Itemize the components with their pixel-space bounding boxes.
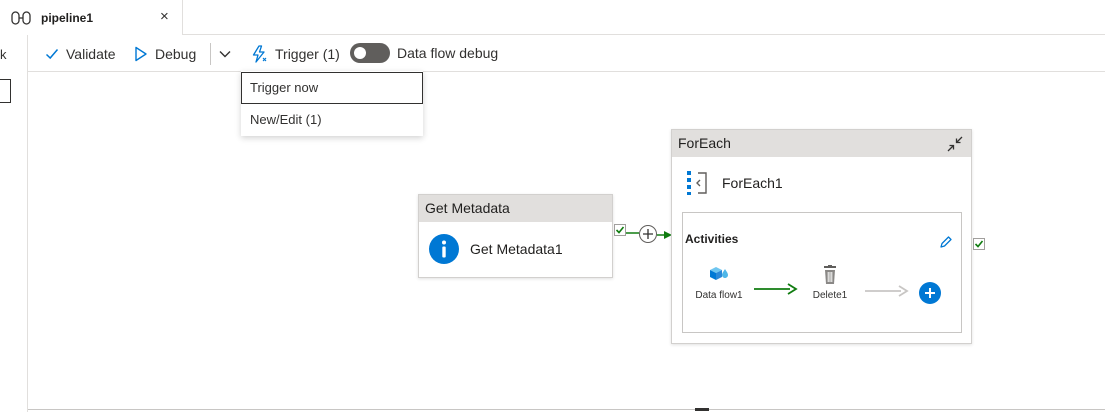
activity-name: Get Metadata1 [470,241,563,257]
checkmark-icon [45,49,59,60]
left-panel: k [0,35,28,412]
toolbar-divider [210,43,211,65]
trash-icon [824,265,836,284]
left-panel-input[interactable] [0,79,11,103]
toggle-knob [354,47,366,59]
data-flow-debug-toggle[interactable] [350,43,390,63]
add-condition-button[interactable] [639,225,657,243]
success-output-checkbox[interactable] [614,224,626,236]
checkmark-icon [974,240,984,248]
inner-activity-data-flow[interactable]: Data flow1 [689,265,749,301]
canvas-bottom-border [28,409,1105,410]
data-flow-icon [710,267,728,280]
activity-name: ForEach1 [722,175,783,191]
inactive-arrow [865,285,909,297]
debug-button[interactable]: Debug [134,44,196,64]
plus-icon [925,288,935,298]
left-panel-text: k [0,47,7,62]
tab-pipeline1[interactable]: pipeline1 × [0,0,183,35]
validate-button[interactable]: Validate [45,44,116,64]
trigger-now-menu-item[interactable]: Trigger now [241,72,423,104]
activity-type-label: Get Metadata [419,195,612,222]
trigger-label: Trigger (1) [275,46,340,62]
collapse-icon[interactable] [947,136,963,152]
foreach-icon [687,171,707,195]
tab-title: pipeline1 [41,11,94,25]
plus-icon [643,229,653,239]
panel-resize-handle[interactable] [695,408,709,411]
inner-activity-name: Delete1 [812,290,848,301]
add-activity-button[interactable] [919,282,941,304]
foreach-activity[interactable]: ForEach ForEach1 Activities Data flow1 D… [671,129,972,344]
lightning-icon [252,45,267,63]
new-edit-trigger-menu-item[interactable]: New/Edit (1) [241,104,423,136]
inner-activity-name: Data flow1 [695,290,743,301]
data-flow-debug-label: Data flow debug [397,45,499,61]
success-output-checkbox[interactable] [973,238,985,250]
play-icon [135,46,147,62]
checkmark-icon [615,226,625,234]
pipeline-icon [11,11,31,25]
trigger-button[interactable]: Trigger (1) [250,44,340,64]
chevron-down-icon [219,51,231,58]
inner-activity-delete[interactable]: Delete1 [800,265,860,301]
activity-type-label: ForEach [672,130,971,157]
activities-heading: Activities [685,232,739,246]
tab-strip: pipeline1 × [0,0,1105,35]
debug-options-dropdown[interactable] [218,44,239,64]
info-icon [429,234,459,264]
foreach-activities-panel: Activities Data flow1 Delete1 [682,212,962,333]
debug-label: Debug [155,46,197,62]
success-arrow [754,283,798,295]
pencil-icon[interactable] [939,235,953,249]
trigger-menu: Trigger now New/Edit (1) [241,71,423,136]
close-icon[interactable]: × [160,9,174,25]
pipeline-toolbar: Validate Debug Trigger (1) Data flow deb… [28,36,1105,72]
validate-label: Validate [66,46,116,62]
get-metadata-activity[interactable]: Get Metadata Get Metadata1 [418,194,613,278]
